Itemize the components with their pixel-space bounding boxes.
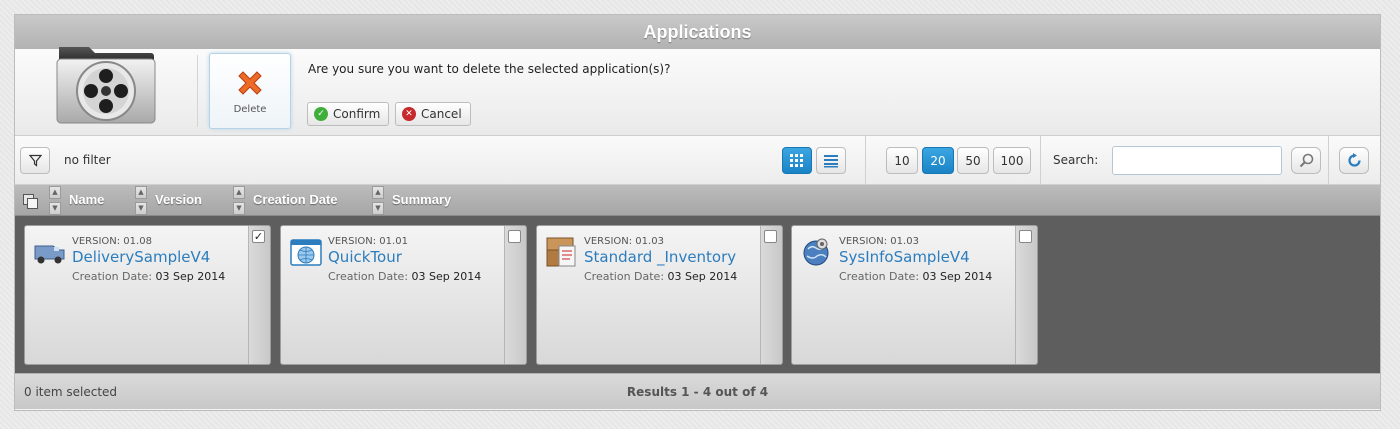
card-selection-strip[interactable] [248, 226, 270, 364]
card-selection-strip[interactable] [760, 226, 782, 364]
sort-up-icon[interactable]: ▲ [372, 186, 384, 199]
column-header-bar: ▲ ▼ Name ▲ ▼ Version ▲ ▼ Creation Date ▲… [15, 185, 1380, 216]
filter-status: no filter [64, 153, 111, 167]
cancel-circle-icon: ✕ [402, 107, 416, 121]
delivery-truck-icon [34, 245, 65, 264]
toolbar-divider [1328, 136, 1329, 184]
status-footer: 0 item selected Results 1 - 4 out of 4 [15, 373, 1380, 409]
card-selection-strip[interactable] [504, 226, 526, 364]
browser-globe-icon [290, 239, 322, 266]
column-name[interactable]: Name [69, 192, 104, 207]
card-app-name[interactable]: SysInfoSampleV4 [839, 248, 970, 266]
sort-down-icon[interactable]: ▼ [233, 202, 245, 215]
sort-up-icon[interactable]: ▲ [233, 186, 245, 199]
delete-button[interactable]: Delete [209, 53, 291, 129]
card-version: VERSION: 01.03 [839, 236, 919, 247]
card-selection-strip[interactable] [1015, 226, 1037, 364]
card-creation-date: Creation Date: 03 Sep 2014 [328, 270, 482, 283]
sort-down-icon[interactable]: ▼ [135, 202, 147, 215]
card-creation-date: Creation Date: 03 Sep 2014 [72, 270, 226, 283]
app-card-deliverysamplev4[interactable]: ✓ VERSION: 01.08 DeliverySampleV4 Creati… [24, 225, 271, 365]
results-summary: Results 1 - 4 out of 4 [626, 385, 769, 399]
card-checkbox[interactable] [764, 230, 777, 243]
sort-up-icon[interactable]: ▲ [135, 186, 147, 199]
sort-version-control[interactable]: ▲ ▼ [135, 186, 147, 215]
list-view-icon [824, 154, 838, 167]
card-checkbox[interactable] [508, 230, 521, 243]
search-input[interactable] [1112, 146, 1282, 175]
header-divider [197, 55, 198, 127]
sort-down-icon[interactable]: ▼ [372, 202, 384, 215]
card-app-name[interactable]: Standard _Inventory [584, 248, 736, 266]
sort-up-icon[interactable]: ▲ [49, 186, 61, 199]
column-creation-date[interactable]: Creation Date [253, 192, 338, 207]
card-checkbox[interactable] [1019, 230, 1032, 243]
page-size-50-button[interactable]: 50 [957, 147, 989, 174]
page-size-10-button[interactable]: 10 [886, 147, 918, 174]
app-card-sysinfosamplev4[interactable]: VERSION: 01.03 SysInfoSampleV4 Creation … [791, 225, 1038, 365]
card-app-name[interactable]: DeliverySampleV4 [72, 248, 210, 266]
column-version[interactable]: Version [155, 192, 202, 207]
search-label: Search: [1053, 153, 1099, 167]
search-icon [1299, 153, 1313, 168]
inventory-boxes-icon [546, 237, 576, 267]
toolbar-divider [865, 136, 866, 184]
window-title: Applications [15, 15, 1380, 49]
filter-funnel-icon [28, 154, 42, 167]
card-creation-date: Creation Date: 03 Sep 2014 [839, 270, 993, 283]
app-card-quicktour[interactable]: VERSION: 01.01 QuickTour Creation Date: … [280, 225, 527, 365]
sysinfo-globe-icon [803, 238, 829, 266]
sort-creation-date-control[interactable]: ▲ ▼ [233, 186, 245, 215]
check-circle-icon: ✓ [314, 107, 328, 121]
search-button[interactable] [1291, 147, 1321, 174]
cancel-label: Cancel [421, 107, 462, 121]
card-version: VERSION: 01.08 [72, 236, 152, 247]
toolbar-divider [1040, 136, 1041, 184]
card-checkbox[interactable]: ✓ [252, 230, 265, 243]
page-size-20-button[interactable]: 20 [922, 147, 954, 174]
app-card-standard-inventory[interactable]: VERSION: 01.03 Standard _Inventory Creat… [536, 225, 783, 365]
select-all-icon[interactable] [23, 194, 39, 210]
filter-button[interactable] [20, 147, 50, 174]
grid-view-icon [790, 153, 803, 167]
sort-summary-control[interactable]: ▲ ▼ [372, 186, 384, 215]
sort-name-control[interactable]: ▲ ▼ [49, 186, 61, 215]
refresh-button[interactable] [1339, 147, 1369, 174]
card-creation-date: Creation Date: 03 Sep 2014 [584, 270, 738, 283]
applications-panel: Applications Delete Are you sure you wan… [14, 14, 1381, 411]
header-area: Delete Are you sure you want to delete t… [15, 47, 1380, 136]
cancel-button[interactable]: ✕ Cancel [395, 102, 471, 126]
confirm-label: Confirm [333, 107, 381, 121]
card-app-name[interactable]: QuickTour [328, 248, 402, 266]
refresh-icon [1347, 153, 1361, 167]
confirm-message: Are you sure you want to delete the sele… [308, 62, 671, 76]
toolbar: no filter 10 20 50 100 Search: [15, 136, 1380, 185]
card-version: VERSION: 01.03 [584, 236, 664, 247]
delete-x-icon [238, 71, 262, 95]
column-summary[interactable]: Summary [392, 192, 451, 207]
cards-area: ✓ VERSION: 01.08 DeliverySampleV4 Creati… [15, 216, 1380, 373]
page-size-100-button[interactable]: 100 [993, 147, 1031, 174]
list-view-button[interactable] [816, 147, 846, 174]
grid-view-button[interactable] [782, 147, 812, 174]
delete-label: Delete [233, 104, 267, 115]
card-version: VERSION: 01.01 [328, 236, 408, 247]
sort-down-icon[interactable]: ▼ [49, 202, 61, 215]
film-folder-icon [56, 47, 156, 124]
confirm-button[interactable]: ✓ Confirm [307, 102, 390, 126]
